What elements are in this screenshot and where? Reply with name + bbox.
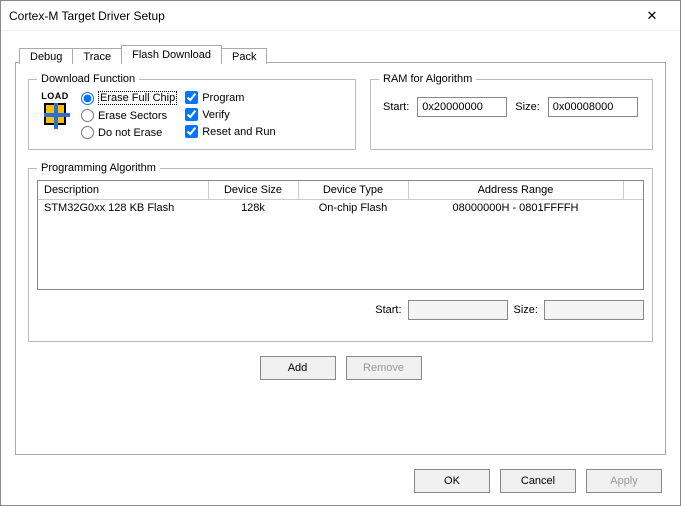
check-program[interactable]: Program (185, 91, 275, 104)
client-area: Debug Trace Flash Download Pack Download… (1, 31, 680, 455)
cancel-button[interactable]: Cancel (500, 469, 576, 493)
table-row[interactable]: STM32G0xx 128 KB Flash 128k On-chip Flas… (38, 199, 643, 216)
titlebar: Cortex-M Target Driver Setup ✕ (1, 1, 680, 31)
programming-algorithm-group: Programming Algorithm Description Device… (28, 162, 653, 342)
tab-debug[interactable]: Debug (19, 48, 73, 64)
tab-flash-download[interactable]: Flash Download (121, 45, 222, 63)
apply-button: Apply (586, 469, 662, 493)
dialog-footer: OK Cancel Apply (414, 469, 662, 493)
ram-legend: RAM for Algorithm (379, 73, 476, 85)
tab-strip: Debug Trace Flash Download Pack (15, 41, 666, 63)
radio-erase-sectors[interactable]: Erase Sectors (81, 109, 177, 122)
ram-size-input[interactable] (548, 97, 638, 117)
chip-icon (44, 103, 66, 125)
col-address-range[interactable]: Address Range (408, 181, 623, 199)
programming-algorithm-legend: Programming Algorithm (37, 162, 160, 174)
download-function-legend: Download Function (37, 73, 139, 85)
col-description[interactable]: Description (38, 181, 208, 199)
ram-for-algorithm-group: RAM for Algorithm Start: Size: (370, 73, 653, 150)
load-icon: LOAD (37, 91, 73, 125)
tab-pack[interactable]: Pack (221, 48, 267, 64)
tab-trace[interactable]: Trace (72, 48, 122, 64)
ram-start-label: Start: (383, 101, 409, 113)
window-title: Cortex-M Target Driver Setup (9, 9, 632, 23)
ram-size-label: Size: (515, 101, 539, 113)
ok-button[interactable]: OK (414, 469, 490, 493)
radio-erase-full-chip[interactable]: Erase Full Chip (81, 91, 177, 105)
algorithm-table[interactable]: Description Device Size Device Type Addr… (38, 181, 643, 216)
add-button[interactable]: Add (260, 356, 336, 380)
col-device-type[interactable]: Device Type (298, 181, 408, 199)
remove-button: Remove (346, 356, 422, 380)
download-function-group: Download Function LOAD Erase Full Chip E… (28, 73, 356, 150)
algorithm-table-wrap: Description Device Size Device Type Addr… (37, 180, 644, 290)
col-device-size[interactable]: Device Size (208, 181, 298, 199)
alg-start-input (408, 300, 508, 320)
radio-do-not-erase[interactable]: Do not Erase (81, 126, 177, 139)
dialog-window: Cortex-M Target Driver Setup ✕ Debug Tra… (0, 0, 681, 506)
check-reset-and-run[interactable]: Reset and Run (185, 125, 275, 138)
alg-start-label: Start: (375, 304, 401, 316)
alg-size-label: Size: (514, 304, 538, 316)
erase-mode-radios: Erase Full Chip Erase Sectors Do not Era… (81, 91, 177, 139)
alg-size-input (544, 300, 644, 320)
ram-start-input[interactable] (417, 97, 507, 117)
close-icon[interactable]: ✕ (632, 8, 672, 24)
action-checkboxes: Program Verify Reset and Run (185, 91, 275, 138)
tab-body: Download Function LOAD Erase Full Chip E… (15, 63, 666, 455)
check-verify[interactable]: Verify (185, 108, 275, 121)
